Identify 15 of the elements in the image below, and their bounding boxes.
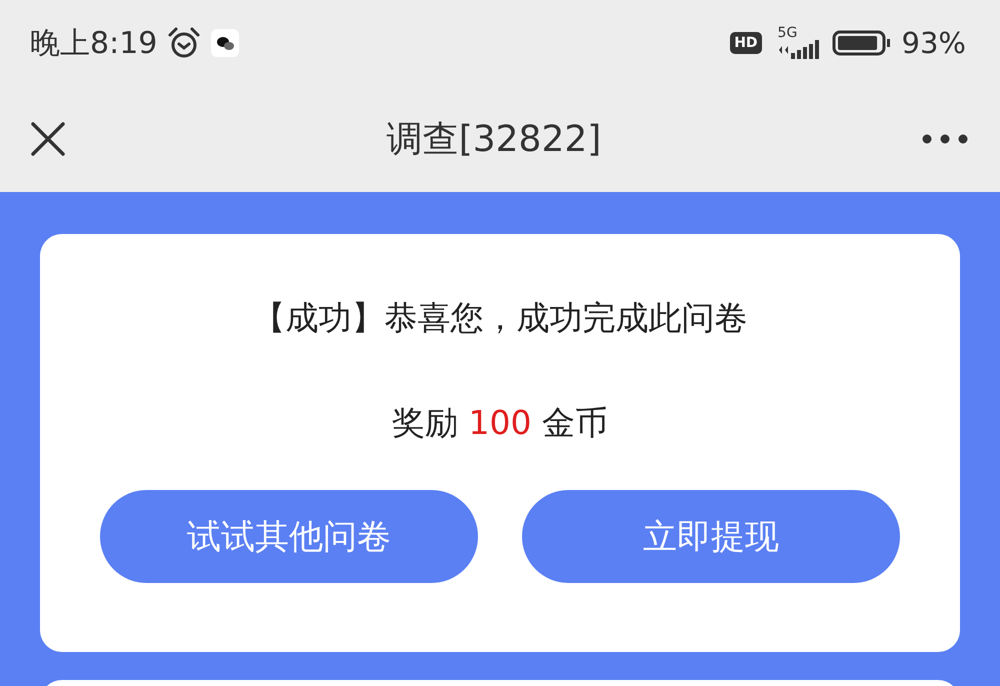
- page-title: 调查[32822]: [386, 118, 602, 162]
- action-button[interactable]: 试试其他问卷: [100, 490, 478, 583]
- chat-app-icon: [211, 29, 240, 57]
- action-button[interactable]: 立即提现: [522, 490, 900, 583]
- hd-badge: HD: [730, 32, 762, 54]
- network-type: 5G: [778, 26, 798, 40]
- more-button[interactable]: [922, 134, 968, 144]
- close-button[interactable]: [30, 121, 66, 157]
- clock-time: 晚上8:19: [30, 24, 158, 62]
- signal-icon: [778, 40, 822, 60]
- battery-percent: 93%: [902, 26, 966, 60]
- battery-icon: [832, 29, 892, 57]
- alarm-clock-icon: [167, 26, 202, 60]
- reward-text: 奖励 100 金币: [392, 402, 608, 444]
- success-message: 【成功】恭喜您，成功完成此问卷: [252, 297, 748, 339]
